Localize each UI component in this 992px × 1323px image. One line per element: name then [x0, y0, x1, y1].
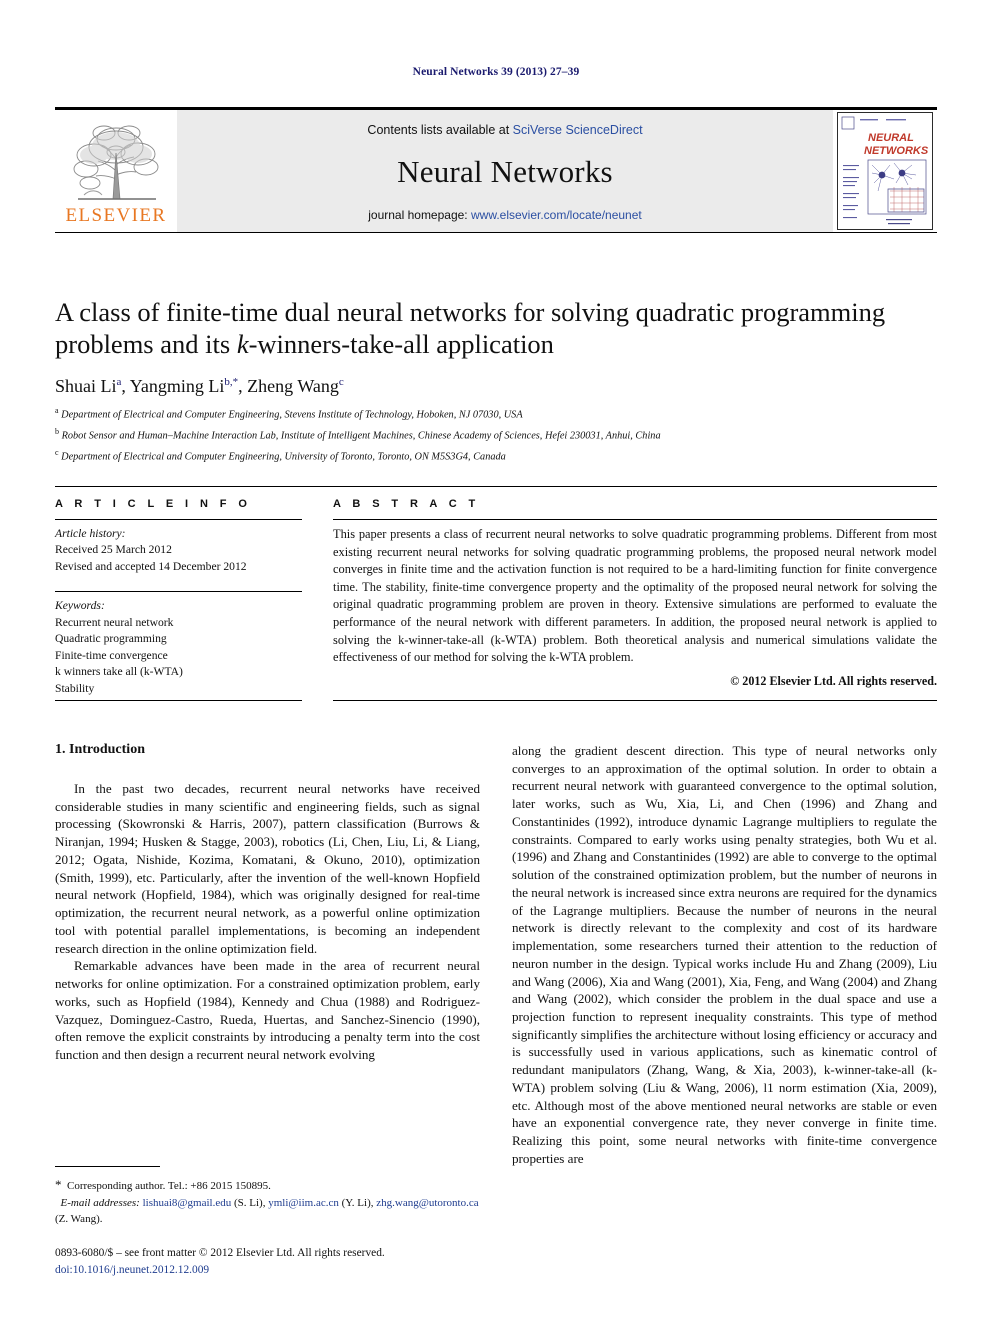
- affiliation-c-mark: c: [55, 447, 59, 457]
- issn-frontmatter-line: 0893-6080/$ – see front matter © 2012 El…: [55, 1247, 385, 1259]
- email-owner: (Y. Li): [341, 1196, 371, 1209]
- paragraph: along the gradient descent direction. Th…: [512, 743, 937, 1166]
- article-history-received: Received 25 March 2012: [55, 543, 172, 557]
- keyword-item: Quadratic programming: [55, 632, 167, 646]
- affiliation-b-mark: b: [55, 426, 59, 436]
- article-title: A class of finite-time dual neural netwo…: [55, 296, 935, 361]
- contents-prefix: Contents lists available at: [367, 122, 513, 137]
- email-link[interactable]: lishuai8@gmail.edu: [143, 1197, 232, 1209]
- article-info-column: A R T I C L E I N F O Article history: R…: [55, 498, 302, 697]
- elsevier-tree-icon: [73, 125, 159, 200]
- svg-text:NEURAL: NEURAL: [868, 132, 914, 144]
- author-1: Shuai Li: [55, 376, 117, 396]
- journal-article-page: Neural Networks 39 (2013) 27–39 ELSEVIER…: [0, 0, 992, 1323]
- email-addresses-label: E-mail addresses:: [60, 1196, 140, 1209]
- affiliation-c: c Department of Electrical and Computer …: [55, 446, 935, 467]
- corresponding-author-note: * Corresponding author. Tel.: +86 2015 1…: [55, 1175, 480, 1195]
- homepage-prefix: journal homepage:: [368, 207, 471, 222]
- section-heading-introduction: 1. Introduction: [55, 742, 145, 757]
- body-column-left: 1. Introduction In the past two decades,…: [55, 742, 480, 1064]
- author-1-affiliation-mark: a: [116, 376, 122, 388]
- email-owner: (S. Li): [234, 1196, 263, 1209]
- article-info-rule: [55, 519, 302, 520]
- email-link[interactable]: zhg.wang@utoronto.ca: [376, 1197, 478, 1209]
- keyword-item: Finite-time convergence: [55, 648, 168, 662]
- affiliation-b-text: Robot Sensor and Human–Machine Interacti…: [61, 430, 661, 442]
- email-note: E-mail addresses: lishuai8@gmail.edu (S.…: [55, 1196, 479, 1226]
- abstract-rule: [333, 519, 937, 520]
- elsevier-logo: ELSEVIER: [55, 110, 177, 232]
- title-italic-k: k: [236, 329, 249, 360]
- keyword-item: Stability: [55, 681, 95, 695]
- sciencedirect-link[interactable]: SciVerse ScienceDirect: [513, 123, 643, 137]
- corresponding-author-text: Corresponding author. Tel.: +86 2015 150…: [67, 1180, 271, 1192]
- abstract-heading: A B S T R A C T: [333, 498, 480, 510]
- email-owner: (Z. Wang): [55, 1213, 100, 1226]
- contents-available-line: Contents lists available at SciVerse Sci…: [367, 123, 642, 137]
- body-column-right: along the gradient descent direction. Th…: [512, 742, 937, 1168]
- abstract-column: A B S T R A C T This paper presents a cl…: [333, 498, 937, 689]
- affiliation-a: a Department of Electrical and Computer …: [55, 404, 935, 425]
- paragraph: In the past two decades, recurrent neura…: [55, 781, 480, 956]
- author-3: Zheng Wang: [247, 376, 339, 396]
- keywords-rule: [55, 591, 302, 593]
- author-2: Yangming Li: [129, 376, 225, 396]
- abstract-bottom-rule: [333, 700, 937, 701]
- keywords-block: Keywords: Recurrent neural network Quadr…: [55, 598, 302, 697]
- keyword-item: Recurrent neural network: [55, 615, 174, 629]
- info-bottom-rule: [55, 700, 302, 701]
- info-section-top-rule: [55, 486, 937, 487]
- doi-link[interactable]: doi:10.1016/j.neunet.2012.12.009: [55, 1262, 495, 1279]
- email-link[interactable]: ymli@iim.ac.cn: [268, 1197, 339, 1209]
- journal-masthead: ELSEVIER Contents lists available at Sci…: [55, 107, 937, 233]
- svg-text:NETWORKS: NETWORKS: [864, 145, 929, 157]
- article-history-label: Article history:: [55, 527, 126, 540]
- author-2-affiliation-mark: b,*: [224, 376, 239, 388]
- affiliation-a-mark: a: [55, 406, 59, 415]
- article-info-heading: A R T I C L E I N F O: [55, 498, 252, 510]
- abstract-copyright: © 2012 Elsevier Ltd. All rights reserved…: [730, 673, 937, 688]
- cover-artwork: NEURAL NETWORKS: [837, 112, 933, 230]
- journal-cover-thumbnail: NEURAL NETWORKS: [833, 110, 937, 232]
- affiliation-b: b Robot Sensor and Human–Machine Interac…: [55, 425, 935, 446]
- author-list: Shuai Lia, Yangming Lib,*, Zheng Wangc: [55, 376, 344, 396]
- journal-title: Neural Networks: [397, 153, 613, 189]
- footnote-block: * Corresponding author. Tel.: +86 2015 1…: [55, 1175, 480, 1228]
- article-history-block: Article history: Received 25 March 2012 …: [55, 526, 302, 575]
- homepage-link[interactable]: www.elsevier.com/locate/neunet: [471, 208, 642, 222]
- journal-homepage-line: journal homepage: www.elsevier.com/locat…: [368, 208, 642, 222]
- keywords-label: Keywords:: [55, 599, 105, 613]
- affiliation-a-text: Department of Electrical and Computer En…: [61, 409, 523, 421]
- affiliation-c-text: Department of Electrical and Computer En…: [61, 450, 506, 462]
- asterisk-icon: *: [55, 1177, 62, 1192]
- imprint-block: 0893-6080/$ – see front matter © 2012 El…: [55, 1245, 495, 1279]
- footnote-rule: [55, 1166, 160, 1167]
- article-history-revised: Revised and accepted 14 December 2012: [55, 559, 247, 573]
- author-3-affiliation-mark: c: [338, 376, 344, 388]
- running-head: Neural Networks 39 (2013) 27–39: [412, 66, 580, 78]
- abstract-text: This paper presents a class of recurrent…: [333, 527, 937, 665]
- paragraph: Remarkable advances have been made in th…: [55, 958, 480, 1063]
- affiliation-list: a Department of Electrical and Computer …: [55, 404, 935, 466]
- neural-networks-cover-icon: NEURAL NETWORKS: [838, 113, 932, 229]
- masthead-center: Contents lists available at SciVerse Sci…: [177, 110, 833, 232]
- elsevier-wordmark: ELSEVIER: [65, 205, 167, 226]
- title-part-2: -winners-take-all application: [248, 329, 554, 360]
- keyword-item: k winners take all (k-WTA): [55, 665, 183, 679]
